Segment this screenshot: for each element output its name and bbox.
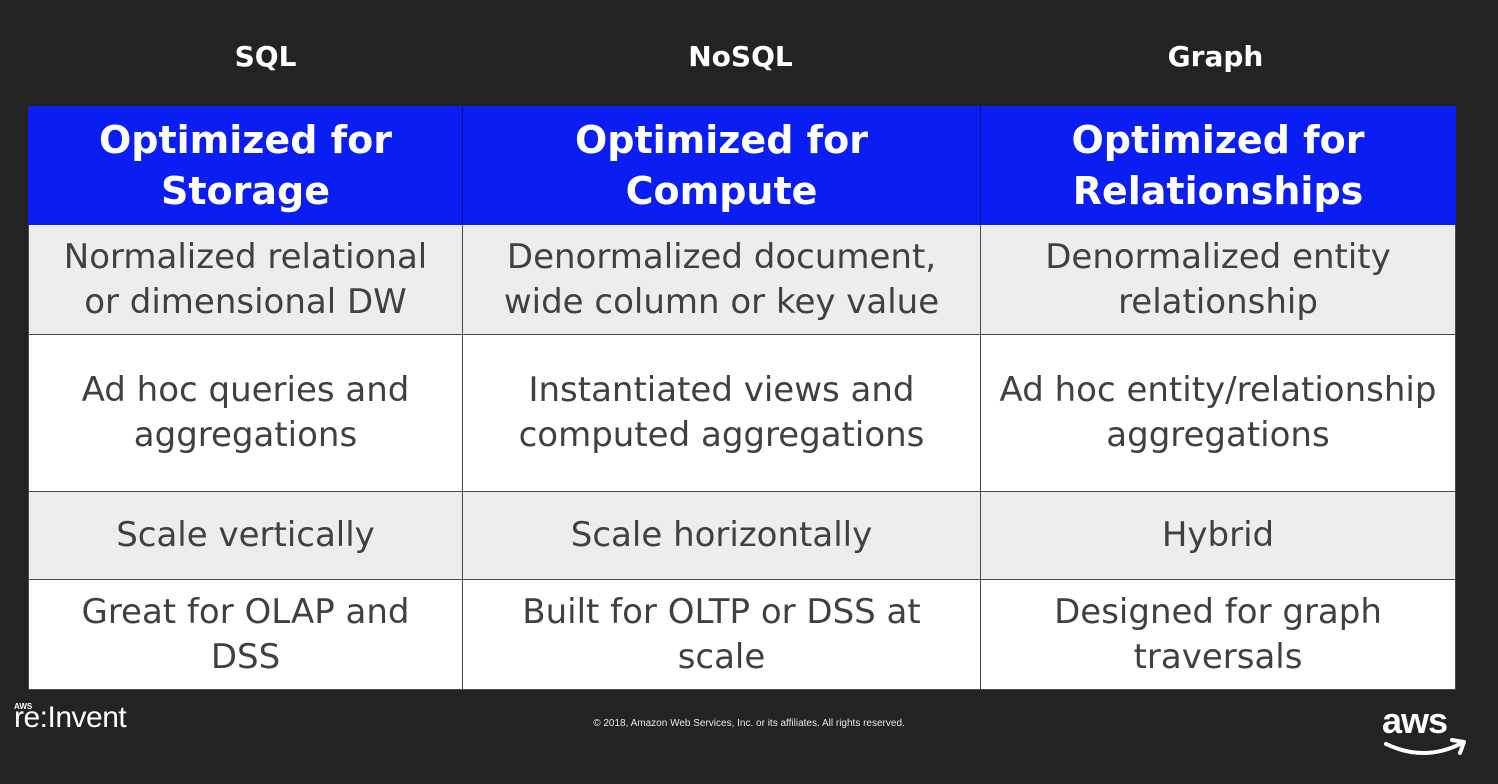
table-cell: Denormalized entity relationship	[980, 224, 1456, 335]
table-cell: Denormalized document, wide column or ke…	[462, 224, 981, 335]
table-cell: Ad hoc queries and aggregations	[28, 334, 463, 492]
column-header-sql: SQL	[234, 39, 297, 73]
column-header-graph: Graph	[1167, 39, 1264, 73]
reinvent-aws-label: AWS	[14, 702, 33, 711]
column-header-nosql: NoSQL	[688, 39, 793, 73]
table-cell: Normalized relational or dimensional DW	[28, 224, 463, 335]
column-headers: SQL NoSQL Graph	[28, 30, 1453, 82]
comparison-table: Optimized for Storage Optimized for Comp…	[28, 106, 1456, 690]
table-cell: Ad hoc entity/relationship aggregations	[980, 334, 1456, 492]
table-cell: Optimized for Relationships	[980, 106, 1456, 225]
table-row: Great for OLAP and DSS Built for OLTP or…	[28, 579, 1456, 690]
table-header-row: Optimized for Storage Optimized for Comp…	[28, 106, 1456, 225]
table-cell: Instantiated views and computed aggregat…	[462, 334, 981, 492]
table-row: Ad hoc queries and aggregations Instanti…	[28, 334, 1456, 492]
table-cell: Optimized for Compute	[462, 106, 981, 225]
table-cell: Hybrid	[980, 491, 1456, 580]
table-row: Normalized relational or dimensional DW …	[28, 224, 1456, 335]
copyright-notice: © 2018, Amazon Web Services, Inc. or its…	[593, 718, 905, 729]
table-cell: Scale vertically	[28, 491, 463, 580]
table-cell: Optimized for Storage	[28, 106, 463, 225]
aws-logo: aws	[1382, 700, 1472, 762]
table-row: Scale vertically Scale horizontally Hybr…	[28, 491, 1456, 580]
aws-smile-icon	[1384, 738, 1466, 755]
table-cell: Great for OLAP and DSS	[28, 579, 463, 690]
table-cell: Scale horizontally	[462, 491, 981, 580]
table-cell: Designed for graph traversals	[980, 579, 1456, 690]
table-cell: Built for OLTP or DSS at scale	[462, 579, 981, 690]
